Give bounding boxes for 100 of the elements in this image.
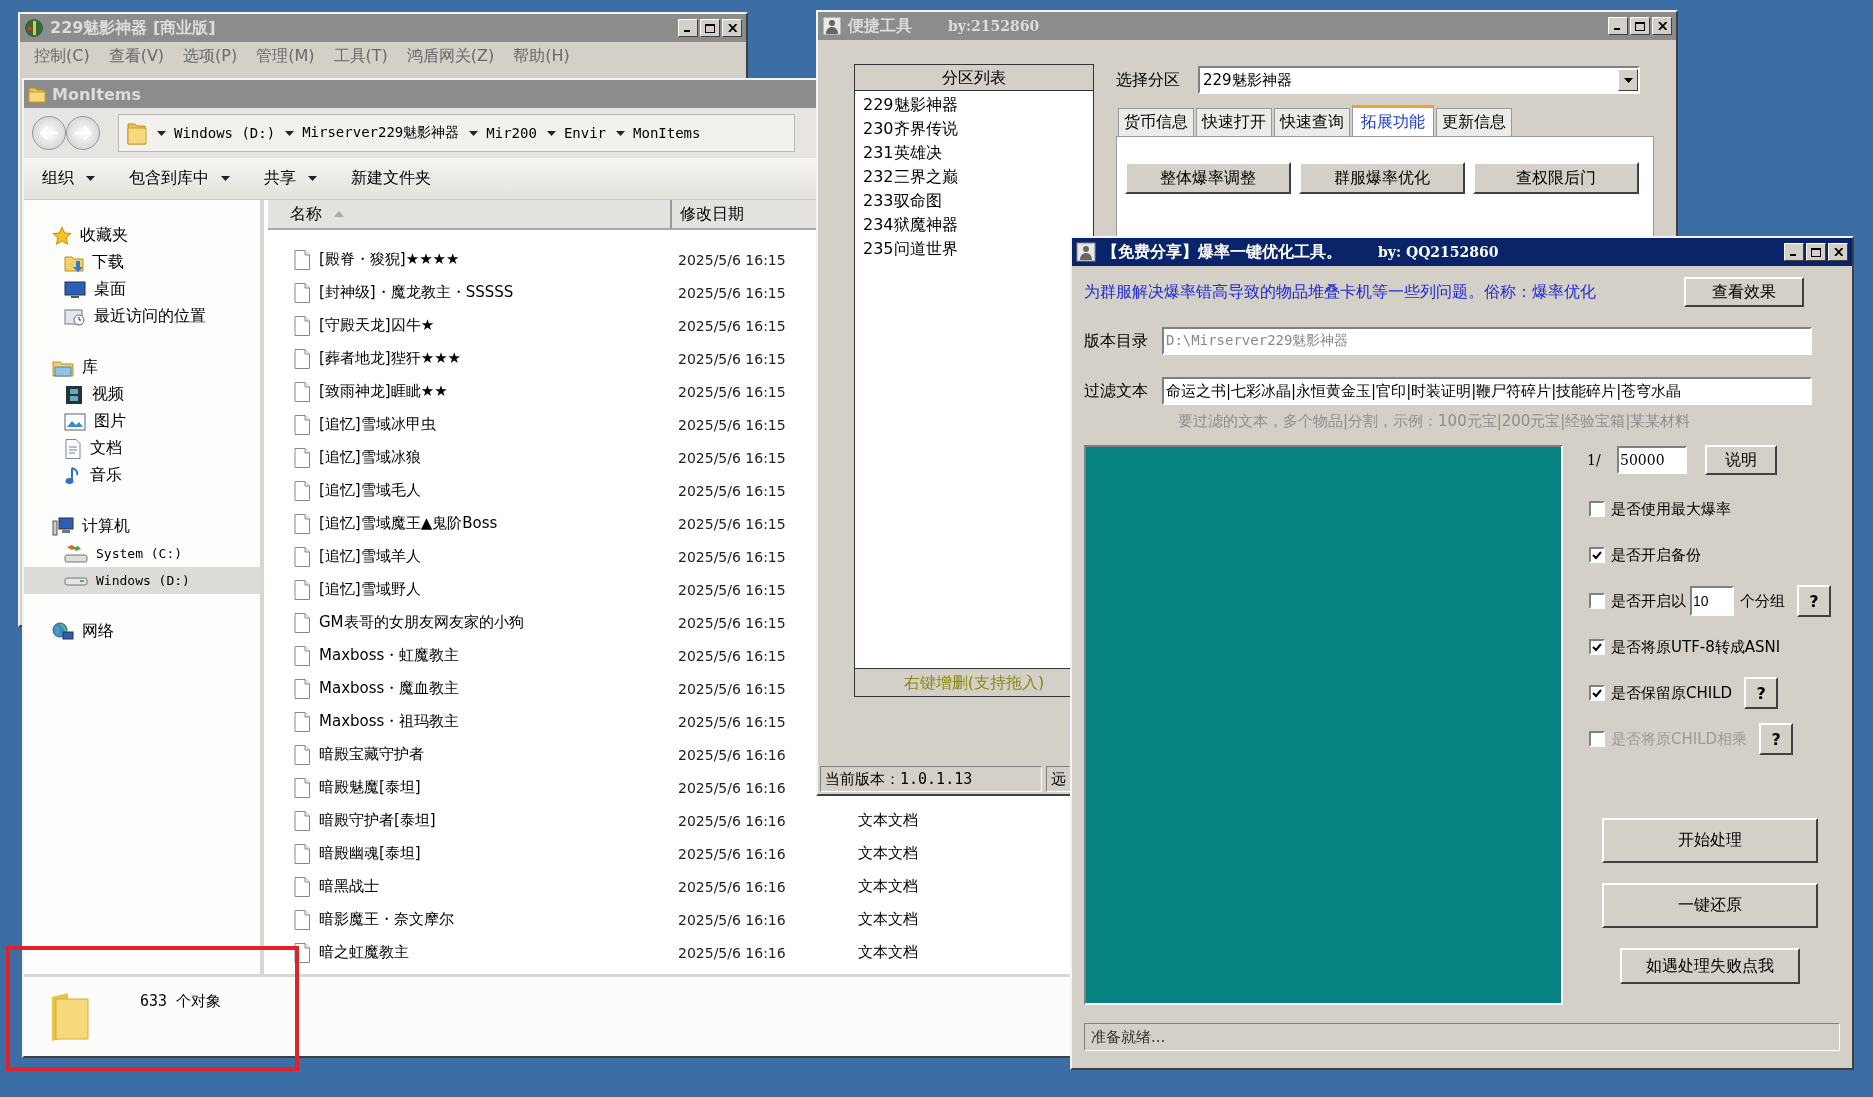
close-button[interactable] [1652,17,1672,35]
tab[interactable]: 拓展功能 [1352,105,1434,136]
file-item[interactable]: 暗殿宝藏守护者 [268,738,678,771]
tab[interactable]: 更新信息 [1436,108,1512,136]
action-button[interactable]: 一键还原 [1601,883,1818,928]
breadcrumb-item[interactable]: Mir200 [486,125,537,141]
nav-item[interactable]: System (C:) [24,540,260,567]
explain-button[interactable]: 说明 [1705,445,1777,475]
nav-item[interactable]: 文档 [24,435,260,462]
menu-item[interactable]: 查看(V) [102,46,178,67]
breadcrumb-item[interactable]: Mirserver229魅影神器 [302,124,460,142]
breadcrumb-item[interactable]: MonItems [633,125,701,141]
breadcrumb-item[interactable]: Windows (D:) [174,125,276,141]
view-result-button[interactable]: 查看效果 [1684,277,1804,307]
tool-button[interactable]: 整体爆率调整 [1125,162,1291,194]
nav-item[interactable]: 库 [24,354,260,381]
toolbar-button[interactable]: 组织 [40,166,97,191]
file-item[interactable]: [追忆]雪域羊人 [268,540,678,573]
file-item[interactable]: [葬者地龙]狴犴★★★ [268,342,678,375]
menu-item[interactable]: 选项(P) [177,46,251,67]
file-item[interactable]: 暗影魔王・奈文摩尔 [268,903,678,936]
nav-item[interactable]: 收藏夹 [24,222,260,249]
nav-item[interactable]: Windows (D:) [24,567,260,594]
file-item[interactable]: [殿脊・狻猊]★★★★ [268,243,678,276]
nav-item[interactable]: 计算机 [24,513,260,540]
file-item[interactable]: 暗殿守护者[泰坦] [268,804,678,837]
menu-item[interactable]: 帮助(H) [507,46,583,67]
back-button[interactable] [32,116,66,150]
nav-item[interactable]: 音乐 [24,462,260,489]
menu-item[interactable]: 工具(T) [327,46,401,67]
file-item[interactable]: 暗之虹魔教主 [268,936,678,969]
file-item[interactable]: 暗黑战士 [268,870,678,903]
file-item[interactable]: 暗殿幽魂[泰坦] [268,837,678,870]
list-item[interactable]: 231英雄决 [861,141,944,165]
menu-item[interactable]: 管理(M) [250,46,328,67]
toolbar-button[interactable]: 包含到库中 [127,166,232,191]
maximize-button[interactable] [1630,17,1650,35]
list-item[interactable]: 234狱魔神器 [861,213,960,237]
tab[interactable]: 快速打开 [1196,108,1272,136]
list-item[interactable]: 235问道世界 [861,237,960,261]
nav-item[interactable]: 视频 [24,381,260,408]
list-item[interactable]: 229魅影神器 [861,93,960,117]
list-item[interactable]: 232三界之巅 [861,165,960,189]
checkbox[interactable] [1589,685,1605,701]
nav-item[interactable]: 网络 [24,618,260,645]
help-button[interactable]: ? [1744,677,1779,709]
minimize-button[interactable] [1784,243,1804,261]
file-item[interactable]: 暗殿魅魔[泰坦] [268,771,678,804]
document-icon [64,438,82,459]
tab[interactable]: 快速查询 [1274,108,1350,136]
forward-button[interactable] [66,116,100,150]
nav-item[interactable]: 图片 [24,408,260,435]
file-item[interactable]: Maxboss・虹魔教主 [268,639,678,672]
checkbox[interactable] [1589,501,1605,517]
nav-item[interactable]: 最近访问的位置 [24,303,260,330]
tab[interactable]: 货币信息 [1118,108,1194,136]
file-item[interactable]: GM表哥的女朋友网友家的小狗 [268,606,678,639]
input-field[interactable]: 命运之书|七彩冰晶|永恒黄金玉|官印|时装证明|鞭尸符碎片|技能碎片|苍穹水晶 [1162,377,1812,405]
file-item[interactable]: [追忆]雪域冰甲虫 [268,408,678,441]
file-item[interactable]: [追忆]雪域毛人 [268,474,678,507]
help-button[interactable]: ? [1797,585,1831,617]
file-item[interactable]: [追忆]雪域冰狼 [268,441,678,474]
tool-button[interactable]: 查权限后门 [1473,162,1639,194]
tool-button[interactable]: 群服爆率优化 [1299,162,1465,194]
action-button[interactable]: 如遇处理失败点我 [1619,948,1800,984]
menu-item[interactable]: 控制(C) [28,46,103,67]
app-icon [822,16,842,36]
close-button[interactable] [722,19,742,37]
list-item[interactable]: 230齐界传说 [861,117,960,141]
breadcrumb-item[interactable]: Envir [563,125,607,141]
maximize-button[interactable] [700,19,720,37]
caret-icon [308,176,317,181]
toolbar-button[interactable]: 新建文件夹 [349,166,433,191]
nav-item[interactable]: 下载 [24,249,260,276]
column-header[interactable]: 修改日期 [672,200,812,228]
checkbox[interactable] [1589,639,1605,655]
checkbox[interactable] [1589,593,1605,609]
close-button[interactable] [1828,243,1848,261]
action-button[interactable]: 开始处理 [1601,818,1818,863]
minimize-button[interactable] [1608,17,1628,35]
column-header[interactable]: 名称 [268,200,672,228]
file-item[interactable]: [封神级]・魔龙教主・SSSSS [268,276,678,309]
file-item[interactable]: [致雨神龙]睚眦★★ [268,375,678,408]
group-count-field[interactable]: 10 [1690,586,1734,616]
dropdown-button[interactable] [1618,69,1638,91]
maximize-button[interactable] [1806,243,1826,261]
file-item[interactable]: [守殿天龙]囚牛★ [268,309,678,342]
checkbox[interactable] [1589,547,1605,563]
toolbar-button[interactable]: 共享 [262,166,319,191]
rate-field[interactable]: 50000 [1617,446,1687,474]
partition-select[interactable]: 229魅影神器 [1198,66,1640,94]
file-item[interactable]: [追忆]雪域野人 [268,573,678,606]
file-item[interactable]: Maxboss・祖玛教主 [268,705,678,738]
address-bar[interactable]: Windows (D:) Mirserver229魅影神器 Mir200 Envir MonItems [118,114,795,152]
nav-item[interactable]: 桌面 [24,276,260,303]
file-item[interactable]: Maxboss・魔血教主 [268,672,678,705]
minimize-button[interactable] [678,19,698,37]
list-item[interactable]: 233驭命图 [861,189,944,213]
menu-item[interactable]: 鸿盾网关(Z) [400,46,508,67]
file-item[interactable]: [追忆]雪域魔王▲鬼阶Boss [268,507,678,540]
